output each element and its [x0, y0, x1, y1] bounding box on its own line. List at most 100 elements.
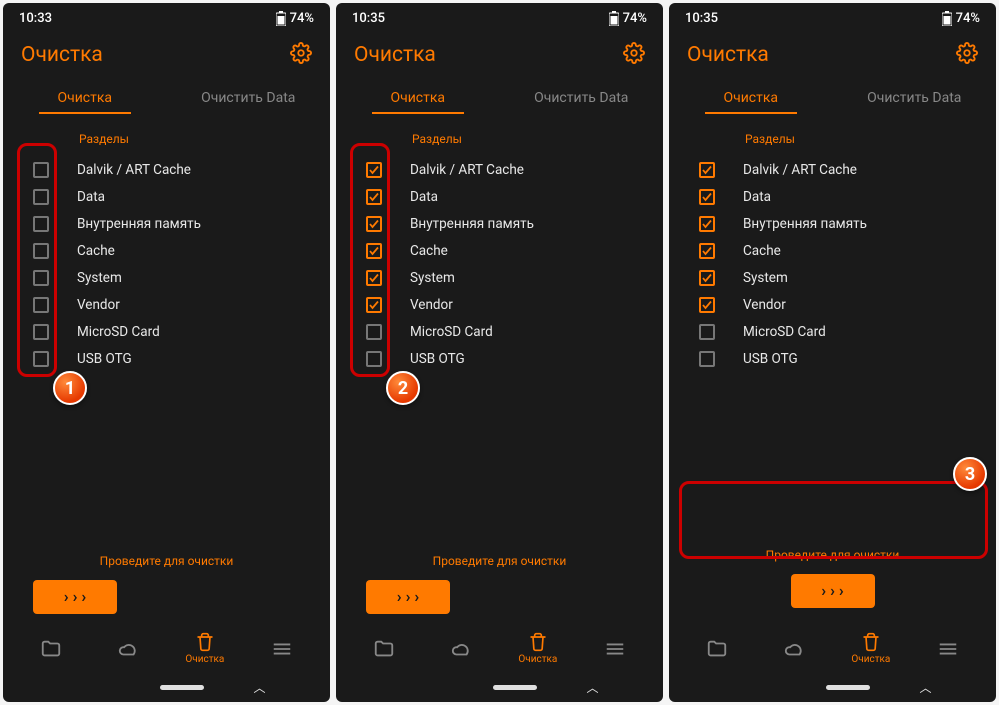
partition-row[interactable]: Внутренняя память [669, 210, 996, 237]
partition-row[interactable]: MicroSD Card [669, 318, 996, 345]
nav-cloud[interactable] [764, 638, 824, 660]
status-time: 10:35 [685, 11, 718, 26]
nav-menu[interactable] [918, 638, 978, 660]
partition-checkbox[interactable] [366, 243, 382, 259]
partition-label: Vendor [743, 297, 786, 313]
nav-clean[interactable]: Очистка [508, 632, 568, 665]
partition-checkbox[interactable] [699, 216, 715, 232]
partition-checkbox[interactable] [33, 189, 49, 205]
partition-label: Внутренняя память [743, 216, 867, 232]
nav-cloud[interactable] [431, 638, 491, 660]
partition-checkbox[interactable] [33, 351, 49, 367]
nav-folder[interactable] [687, 638, 747, 660]
partition-row[interactable]: MicroSD Card [336, 318, 663, 345]
nav-menu[interactable] [585, 638, 645, 660]
partition-label: System [410, 270, 455, 286]
status-bar: 10:33 74% [3, 3, 330, 32]
partition-row[interactable]: USB OTG [3, 345, 330, 372]
partition-row[interactable]: System [3, 264, 330, 291]
gear-icon[interactable] [956, 42, 978, 68]
partition-checkbox[interactable] [33, 324, 49, 340]
partition-row[interactable]: Внутренняя память [336, 210, 663, 237]
page-title: Очистка [21, 43, 103, 67]
nav-cloud[interactable] [98, 638, 158, 660]
partition-row[interactable]: Cache [669, 237, 996, 264]
partition-row[interactable]: USB OTG [336, 345, 663, 372]
partition-list: Dalvik / ART Cache Data Внутренняя памятьC… [3, 156, 330, 372]
partition-checkbox[interactable] [699, 162, 715, 178]
home-pill[interactable] [160, 685, 204, 690]
partition-row[interactable]: Dalvik / ART Cache [3, 156, 330, 183]
partition-checkbox[interactable] [366, 351, 382, 367]
partition-label: Cache [410, 243, 448, 259]
recent-caret[interactable]: ︿ [919, 679, 931, 696]
tab-clear-data[interactable]: Очистить Data [500, 80, 664, 114]
recent-caret[interactable]: ︿ [253, 679, 265, 696]
partition-label: Data [77, 189, 105, 205]
partition-checkbox[interactable] [33, 270, 49, 286]
partition-label: USB OTG [410, 351, 465, 367]
partition-row[interactable]: Vendor [669, 291, 996, 318]
partition-checkbox[interactable] [33, 162, 49, 178]
partition-row[interactable]: System [336, 264, 663, 291]
recent-caret[interactable]: ︿ [586, 679, 598, 696]
nav-menu[interactable] [252, 638, 312, 660]
partition-label: Dalvik / ART Cache [77, 162, 191, 178]
partition-checkbox[interactable] [366, 324, 382, 340]
partition-checkbox[interactable] [699, 324, 715, 340]
swipe-button[interactable]: ››› [791, 574, 875, 608]
nav-clean[interactable]: Очистка [175, 632, 235, 665]
page-title: Очистка [354, 43, 436, 67]
status-right: 74% [942, 11, 980, 26]
tab-clean[interactable]: Очистка [3, 80, 167, 114]
partition-checkbox[interactable] [699, 243, 715, 259]
tab-clean[interactable]: Очистка [336, 80, 500, 114]
tabs: Очистка Очистить Data [336, 74, 663, 114]
partition-row[interactable]: Внутренняя память [3, 210, 330, 237]
home-pill[interactable] [826, 685, 870, 690]
partition-checkbox[interactable] [33, 297, 49, 313]
swipe-hint: Проведите для очистки [3, 554, 330, 580]
partition-row[interactable]: Vendor [336, 291, 663, 318]
partition-checkbox[interactable] [699, 270, 715, 286]
partition-checkbox[interactable] [33, 243, 49, 259]
battery-percent: 74% [956, 11, 980, 26]
partition-checkbox[interactable] [699, 297, 715, 313]
swipe-hint: Проведите для очистки [336, 554, 663, 580]
partition-checkbox[interactable] [33, 216, 49, 232]
partition-row[interactable]: Data [669, 183, 996, 210]
partition-row[interactable]: Data [3, 183, 330, 210]
swipe-hint: Проведите для очистки [683, 548, 982, 574]
status-right: 74% [609, 11, 647, 26]
nav-folder[interactable] [354, 638, 414, 660]
battery-percent: 74% [623, 11, 647, 26]
partition-row[interactable]: System [669, 264, 996, 291]
tab-clear-data[interactable]: Очистить Data [833, 80, 997, 114]
partition-checkbox[interactable] [366, 216, 382, 232]
nav-folder[interactable] [21, 638, 81, 660]
home-pill[interactable] [493, 685, 537, 690]
bottom-nav: Очистка [669, 628, 996, 671]
partition-row[interactable]: Dalvik / ART Cache [669, 156, 996, 183]
partition-checkbox[interactable] [699, 351, 715, 367]
partition-checkbox[interactable] [366, 270, 382, 286]
partition-checkbox[interactable] [699, 189, 715, 205]
gear-icon[interactable] [290, 42, 312, 68]
partition-row[interactable]: Data [336, 183, 663, 210]
tab-clean[interactable]: Очистка [669, 80, 833, 114]
gear-icon[interactable] [623, 42, 645, 68]
partition-row[interactable]: Cache [336, 237, 663, 264]
swipe-button[interactable]: ››› [366, 580, 450, 614]
partition-row[interactable]: USB OTG [669, 345, 996, 372]
partition-row[interactable]: MicroSD Card [3, 318, 330, 345]
partition-checkbox[interactable] [366, 162, 382, 178]
partition-row[interactable]: Vendor [3, 291, 330, 318]
partition-checkbox[interactable] [366, 297, 382, 313]
nav-clean[interactable]: Очистка [841, 632, 901, 665]
partition-row[interactable]: Cache [3, 237, 330, 264]
swipe-button[interactable]: ››› [33, 580, 117, 614]
partition-checkbox[interactable] [366, 189, 382, 205]
partition-list: Dalvik / ART CacheDataВнутренняя память C… [336, 156, 663, 372]
partition-row[interactable]: Dalvik / ART Cache [336, 156, 663, 183]
tab-clear-data[interactable]: Очистить Data [167, 80, 331, 114]
